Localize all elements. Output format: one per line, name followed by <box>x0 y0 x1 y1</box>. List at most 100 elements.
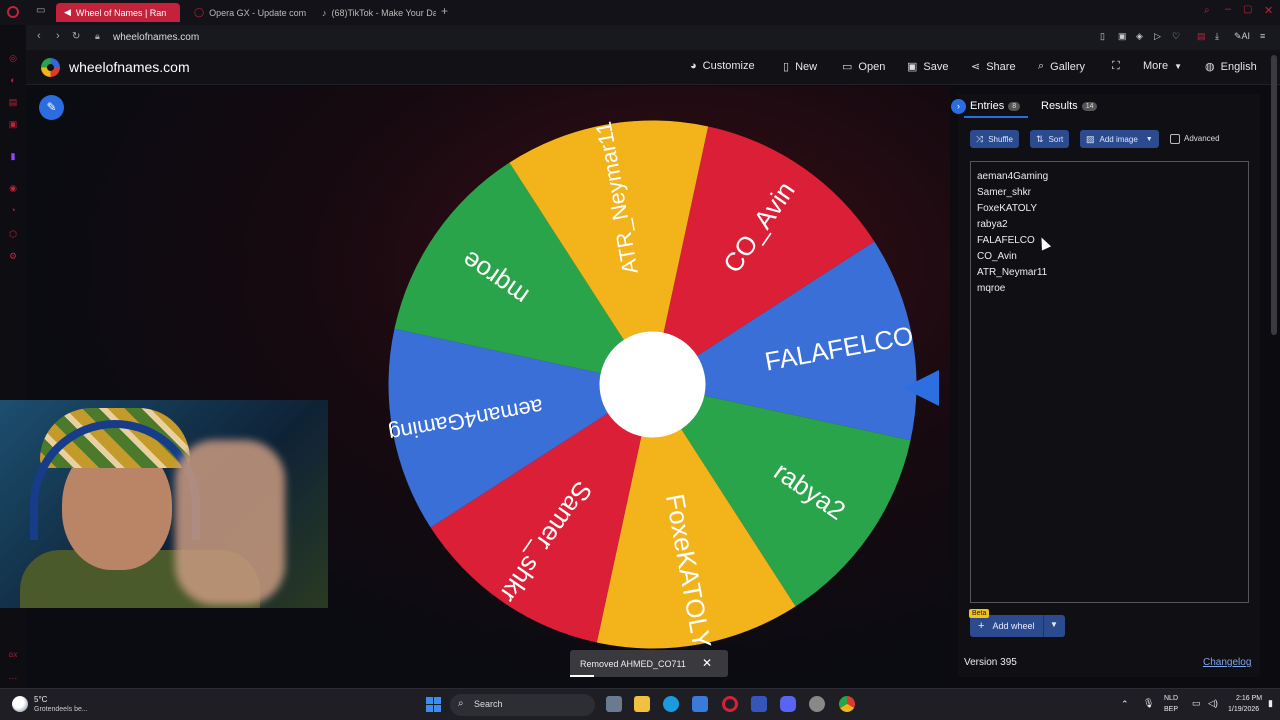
folder-icon: ▭ <box>842 61 853 73</box>
history-icon[interactable]: ◔ <box>8 205 18 215</box>
ai-icon[interactable]: ✎AI <box>1234 31 1250 42</box>
gx-icon[interactable]: GX <box>8 651 18 661</box>
vpn-icon[interactable]: ◈ <box>1136 31 1143 42</box>
app-icon-blue[interactable] <box>751 696 767 712</box>
microphone-icon[interactable]: 🎙︎ <box>1143 698 1154 709</box>
chrome-icon[interactable] <box>839 696 855 712</box>
wheel[interactable]: FALAFELCO rabya2 FoxeKATOLY Samer_shkr aeman… <box>385 117 920 652</box>
forward-icon[interactable]: › <box>56 30 60 42</box>
tab-results[interactable]: Results 14 <box>1041 100 1098 112</box>
settings-icon[interactable]: ⚙ <box>8 251 18 261</box>
chevron-down-icon[interactable]: ▼ <box>1050 620 1058 629</box>
share-button[interactable]: ⋖ Share <box>971 60 1016 74</box>
more-sidebar-icon[interactable]: … <box>8 671 18 681</box>
language-bottom[interactable]: BEP <box>1164 706 1178 713</box>
reload-icon[interactable]: ↻ <box>72 31 80 42</box>
wheel-svg[interactable]: FALAFELCOrabya2FoxeKATOLYSamer_shkraeman… <box>385 117 920 652</box>
wheel-logo-icon[interactable] <box>41 58 60 77</box>
network-icon[interactable]: ▭ <box>1192 698 1201 709</box>
add-image-button[interactable]: ▨ Add image ▼ <box>1080 130 1159 148</box>
wheel-center-hub[interactable] <box>599 331 706 438</box>
opera-gx-icon[interactable] <box>722 696 738 712</box>
language-button[interactable]: ◍ English <box>1205 60 1257 74</box>
save-button[interactable]: ▣ Save <box>907 60 948 74</box>
windows-start-icon[interactable] <box>426 697 441 712</box>
tab-entries[interactable]: Entries 8 <box>970 100 1021 112</box>
entries-textarea[interactable]: aeman4Gaming Samer_shkr FoxeKATOLY rabya… <box>970 161 1249 603</box>
open-button[interactable]: ▭ Open <box>842 60 886 74</box>
new-tab-icon[interactable]: + <box>441 4 448 18</box>
maximize-icon[interactable]: ▢ <box>1243 4 1252 15</box>
site-name[interactable]: wheelofnames.com <box>69 59 190 75</box>
download-icon[interactable]: ⤓ <box>1215 31 1219 42</box>
minimize-icon[interactable]: – <box>1225 3 1231 15</box>
discord-icon[interactable] <box>780 696 796 712</box>
shuffle-label: Shuffle <box>988 134 1013 144</box>
customize-button[interactable]: ◕ Customize <box>690 60 755 72</box>
twitch-icon[interactable]: ▮ <box>8 151 18 161</box>
close-window-icon[interactable]: ✕ <box>1264 4 1273 17</box>
music-icon[interactable]: ▤ <box>8 97 18 107</box>
clock-date[interactable]: 1/19/2026 <box>1228 706 1259 713</box>
messenger-icon[interactable]: ◐ <box>8 75 18 85</box>
search-tabs-icon[interactable]: ⌕ <box>1204 5 1210 16</box>
entry-line: aeman4Gaming <box>977 171 1049 182</box>
opera-logo-icon[interactable] <box>7 6 19 18</box>
play-icon[interactable]: ▷ <box>1154 31 1161 42</box>
open-label: Open <box>858 60 886 73</box>
taskbar-search[interactable]: ⌕ Search <box>450 694 595 716</box>
page-scrollbar[interactable] <box>1271 55 1277 335</box>
tab-opera-gx[interactable]: ◯ Opera GX - Update comp <box>186 3 306 22</box>
changelog-link[interactable]: Changelog <box>1203 657 1251 668</box>
share-icon: ⋖ <box>971 61 981 73</box>
notifications-icon[interactable]: ▮ <box>1268 698 1273 709</box>
entry-line: FoxeKATOLY <box>977 203 1038 214</box>
advanced-checkbox[interactable] <box>1170 134 1180 144</box>
weather-description[interactable]: Grotendeels be... <box>34 706 88 713</box>
version-text: Version 395 <box>964 657 1017 668</box>
wallet-icon[interactable]: ▤ <box>1197 31 1206 42</box>
sort-button[interactable]: ⇅ Sort <box>1030 130 1070 148</box>
windows-taskbar: 5°C Grotendeels be... ⌕ Search ⌃ 🎙︎ NLD … <box>0 688 1280 720</box>
clock-time[interactable]: 2:16 PM <box>1236 695 1262 702</box>
tab-wheel-of-names[interactable]: ◀ Wheel of Names | Ran <box>56 3 180 22</box>
language-top[interactable]: NLD <box>1164 695 1178 702</box>
bookmark-icon[interactable]: ▯ <box>1100 31 1105 42</box>
mail-icon[interactable]: ▣ <box>8 119 18 129</box>
collapse-panel-button[interactable]: › <box>951 99 966 114</box>
screenshot-icon[interactable]: ▣ <box>1118 31 1127 42</box>
file-explorer-icon[interactable] <box>634 696 650 712</box>
webcam-overlay <box>0 400 328 608</box>
app-icon-settings[interactable] <box>809 696 825 712</box>
fullscreen-icon[interactable]: ⛶ <box>1112 60 1120 73</box>
more-button[interactable]: More ▼ <box>1143 60 1182 72</box>
player-icon[interactable]: ◉ <box>8 183 18 193</box>
heart-icon[interactable]: ♡ <box>1172 31 1180 42</box>
add-wheel-button[interactable]: + Add wheel ▼ <box>970 615 1065 637</box>
gx-corner-icon[interactable]: ◎ <box>8 53 18 63</box>
audio-icon[interactable]: ◀ <box>64 7 71 18</box>
new-button[interactable]: ▯ New <box>783 60 817 74</box>
chevron-up-icon[interactable]: ⌃ <box>1121 699 1129 710</box>
sort-icon: ⇅ <box>1036 133 1044 144</box>
weather-temperature[interactable]: 5°C <box>34 695 47 704</box>
url-field[interactable]: wheelofnames.com <box>113 32 199 43</box>
workspaces-icon[interactable]: ▭ <box>36 5 45 16</box>
gallery-button[interactable]: ⌕ Gallery <box>1038 60 1085 73</box>
edge-icon[interactable] <box>663 696 679 712</box>
task-view-icon[interactable] <box>606 696 622 712</box>
back-icon[interactable]: ‹ <box>37 30 41 42</box>
store-icon[interactable] <box>692 696 708 712</box>
chevron-right-icon: › <box>957 101 960 111</box>
tab-title: Wheel of Names | Ran <box>75 7 167 18</box>
menu-icon[interactable]: ≡ <box>1260 31 1265 41</box>
close-icon[interactable]: ✕ <box>702 656 712 670</box>
volume-icon[interactable]: ◁) <box>1208 698 1218 709</box>
opera-tab-icon: ◯ <box>194 7 205 17</box>
chevron-down-icon: ▼ <box>1174 61 1182 71</box>
edit-pencil-button[interactable]: ✎ <box>39 95 64 120</box>
shuffle-button[interactable]: ⤨ Shuffle <box>970 130 1019 148</box>
extensions-icon[interactable]: ⬡ <box>8 229 18 239</box>
tab-tiktok[interactable]: ♪ (68)TikTok - Make Your Da <box>314 3 436 22</box>
weather-cloud-icon[interactable] <box>12 696 28 712</box>
